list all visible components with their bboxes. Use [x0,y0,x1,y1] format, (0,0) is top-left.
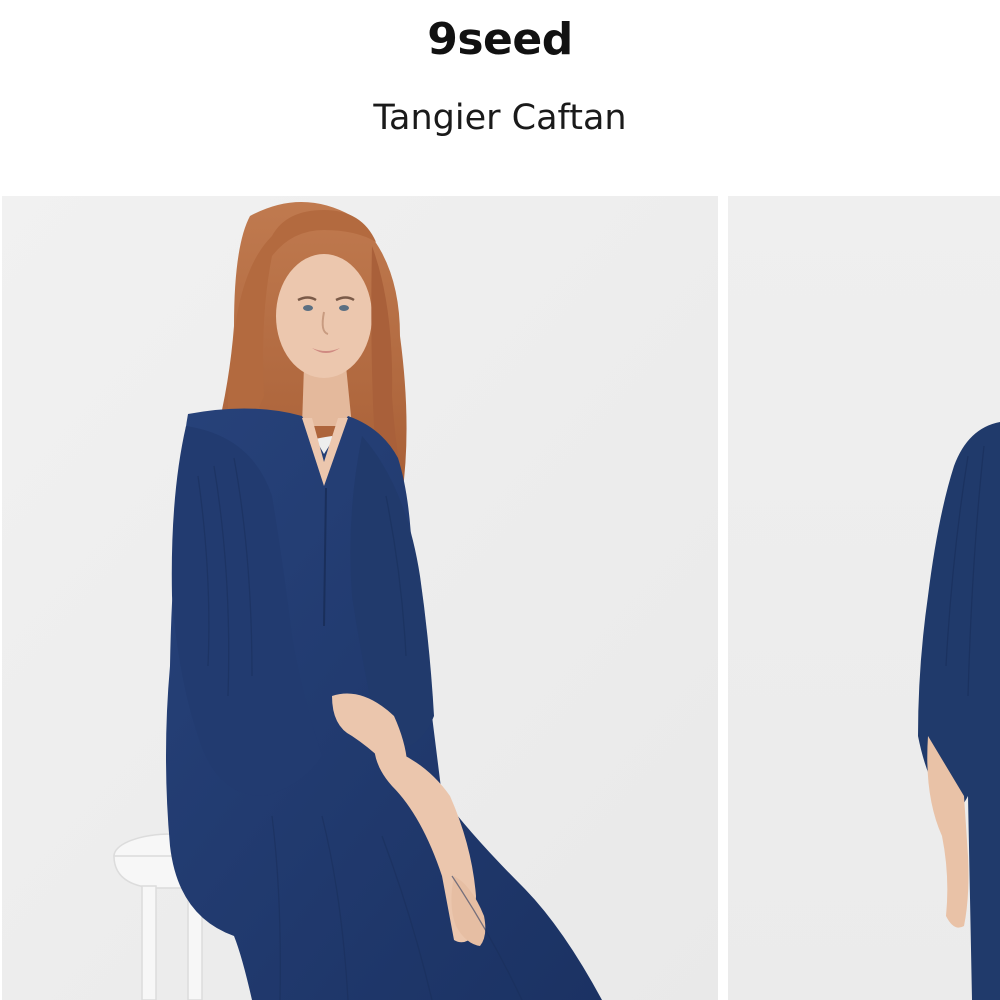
model-photo-illustration [2,196,718,1000]
product-image-main[interactable] [2,196,718,1000]
side-view-illustration [728,196,1000,1000]
brand-name[interactable]: 9seed [0,14,1000,65]
product-title: Tangier Caftan [373,98,627,138]
product-image-gallery[interactable] [0,196,1000,1000]
product-image-secondary[interactable] [728,196,1000,1000]
product-header: 9seed Tangier Caftan [0,0,1000,196]
